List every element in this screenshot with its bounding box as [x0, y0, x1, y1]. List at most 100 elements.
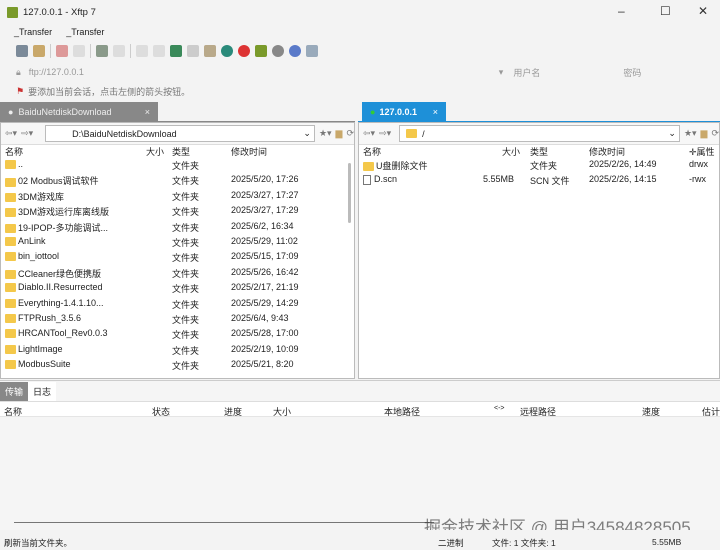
- menu-transfer-2[interactable]: _Transfer: [66, 27, 104, 37]
- file-type: 文件夹: [172, 268, 200, 279]
- file-name: ModbusSuite: [18, 359, 71, 370]
- maximize-button[interactable]: ☐: [660, 4, 671, 18]
- menu-transfer-1[interactable]: _Transfer: [14, 27, 52, 37]
- col-speed[interactable]: 速度: [642, 405, 660, 418]
- col-direction[interactable]: <->: [494, 405, 505, 412]
- gear-icon[interactable]: [272, 45, 284, 57]
- view-icon[interactable]: [113, 45, 125, 57]
- file-row[interactable]: 19-IPOP-多功能调试... 文件夹 2025/6/2, 16:34: [1, 221, 354, 236]
- close-tab-icon[interactable]: ×: [433, 107, 438, 117]
- tab-log[interactable]: 日志: [28, 381, 57, 401]
- xshell-icon[interactable]: [238, 45, 250, 57]
- back-icon[interactable]: ⇦▾: [363, 128, 375, 139]
- tab-label: BaiduNetdiskDownload: [18, 107, 112, 117]
- host-dropdown[interactable]: ▾: [499, 67, 504, 78]
- close-button[interactable]: ✕: [698, 4, 708, 18]
- col-size[interactable]: 大小: [502, 145, 520, 158]
- chat-icon[interactable]: [306, 45, 318, 57]
- connect-icon[interactable]: [56, 45, 68, 57]
- folder-icon: [5, 269, 16, 279]
- col-attr[interactable]: ✛属性: [689, 145, 715, 158]
- open-folder-icon[interactable]: [33, 45, 45, 57]
- file-type: 文件夹: [172, 253, 200, 264]
- forward-icon[interactable]: ⇨▾: [21, 128, 33, 139]
- refresh-icon[interactable]: ⟳: [711, 128, 719, 139]
- bookmark-icon[interactable]: ★▾: [684, 128, 697, 139]
- col-eta[interactable]: 估计: [702, 405, 720, 418]
- col-type[interactable]: 类型: [172, 145, 190, 158]
- file-row[interactable]: Diablo.II.Resurrected 文件夹 2025/2/17, 21:19: [1, 282, 354, 297]
- col-modified[interactable]: 修改时间: [231, 145, 267, 158]
- new-session-icon[interactable]: [16, 45, 28, 57]
- col-size[interactable]: 大小: [146, 145, 164, 158]
- tab-remote[interactable]: ● 127.0.0.1 ×: [362, 102, 446, 122]
- col-remote-path[interactable]: 远程路径: [520, 405, 556, 418]
- tab-label: 127.0.0.1: [379, 107, 417, 117]
- folder-icon: [5, 283, 16, 293]
- file-row[interactable]: .. 文件夹: [1, 159, 354, 174]
- help-icon[interactable]: [289, 45, 301, 57]
- host-input[interactable]: ftp://127.0.0.1: [29, 67, 499, 77]
- file-row[interactable]: AnLink 文件夹 2025/5/29, 11:02: [1, 236, 354, 251]
- properties-icon[interactable]: [96, 45, 108, 57]
- file-row[interactable]: bin_iottool 文件夹 2025/5/15, 17:09: [1, 251, 354, 266]
- file-row[interactable]: 02 Modbus调试软件 文件夹 2025/5/20, 17:26: [1, 174, 354, 189]
- copy-icon[interactable]: [136, 45, 148, 57]
- bookmark-icon[interactable]: ★▾: [319, 128, 332, 139]
- scrollbar[interactable]: [348, 163, 351, 223]
- file-modified: 2025/5/15, 17:09: [231, 251, 299, 262]
- paste-icon[interactable]: [153, 45, 165, 57]
- hint-text: 要添加当前会话，点击左侧的箭头按钮。: [28, 87, 191, 97]
- file-row[interactable]: D.scn 5.55MB SCN 文件 2025/2/26, 14:15 -rwx: [359, 174, 719, 189]
- file-row[interactable]: 3DM游戏运行库离线版 文件夹 2025/3/27, 17:29: [1, 205, 354, 220]
- file-modified: 2025/5/29, 14:29: [231, 297, 299, 308]
- address-bar: 🔒︎ ftp://127.0.0.1 ▾ 用户名 密码: [16, 64, 706, 80]
- col-name[interactable]: 名称: [5, 145, 23, 158]
- lock-icon: 🔒︎: [16, 66, 21, 77]
- xftp-icon[interactable]: [255, 45, 267, 57]
- refresh-icon[interactable]: ⟳: [346, 128, 354, 139]
- forward-icon[interactable]: ⇨▾: [379, 128, 391, 139]
- username-input[interactable]: 用户名: [513, 66, 623, 79]
- col-status[interactable]: 状态: [152, 405, 170, 418]
- file-row[interactable]: U盘删除文件 文件夹 2025/2/26, 14:49 drwx: [359, 159, 719, 174]
- file-row[interactable]: LightImage 文件夹 2025/2/19, 10:09: [1, 344, 354, 359]
- clipboard-icon[interactable]: [204, 45, 216, 57]
- disconnect-icon[interactable]: [73, 45, 85, 57]
- file-name: D.scn: [374, 174, 398, 185]
- col-name[interactable]: 名称: [363, 145, 381, 158]
- col-progress[interactable]: 进度: [224, 405, 242, 418]
- col-name[interactable]: 名称: [4, 405, 22, 418]
- app-icon: [7, 6, 18, 18]
- transfer-mode[interactable]: 二进制: [438, 537, 464, 549]
- remote-path-input[interactable]: / ⌄: [399, 125, 680, 142]
- back-icon[interactable]: ⇦▾: [5, 128, 17, 139]
- file-row[interactable]: CCleaner绿色便携版 文件夹 2025/5/26, 16:42: [1, 267, 354, 282]
- col-size[interactable]: 大小: [273, 405, 291, 418]
- tab-transfer[interactable]: 传输: [0, 381, 29, 401]
- bookmark-arrow-icon[interactable]: ⚑: [16, 86, 24, 97]
- col-local-path[interactable]: 本地路径: [384, 405, 420, 418]
- file-type: 文件夹: [172, 345, 200, 356]
- local-path-input[interactable]: D:\BaiduNetdiskDownload ⌄: [45, 125, 315, 142]
- file-row[interactable]: Everything-1.4.1.10... 文件夹 2025/5/29, 14:2…: [1, 298, 354, 313]
- doc-icon[interactable]: [187, 45, 199, 57]
- file-name: bin_iottool: [18, 251, 60, 262]
- file-row[interactable]: HRCANTool_Rev0.0.3 文件夹 2025/5/28, 17:00: [1, 328, 354, 343]
- new-folder-icon[interactable]: ▆: [336, 128, 343, 139]
- status-message: 刷新当前文件夹。: [4, 538, 73, 548]
- file-row[interactable]: 3DM游戏库 文件夹 2025/3/27, 17:27: [1, 190, 354, 205]
- tab-local[interactable]: ● BaiduNetdiskDownload ×: [0, 102, 158, 122]
- file-modified: 2025/2/26, 14:49: [589, 159, 657, 169]
- col-type[interactable]: 类型: [530, 145, 548, 158]
- minimize-button[interactable]: –: [618, 4, 625, 18]
- file-name: ..: [18, 159, 24, 169]
- new-folder-icon[interactable]: ▆: [701, 128, 708, 139]
- globe-icon[interactable]: [221, 45, 233, 57]
- file-row[interactable]: FTPRush_3.5.6 文件夹 2025/6/4, 9:43: [1, 313, 354, 328]
- close-tab-icon[interactable]: ×: [145, 107, 150, 117]
- col-modified[interactable]: 修改时间: [589, 145, 625, 158]
- sync-icon[interactable]: [170, 45, 182, 57]
- password-input[interactable]: 密码: [623, 66, 641, 79]
- file-row[interactable]: ModbusSuite 文件夹 2025/5/21, 8:20: [1, 359, 354, 374]
